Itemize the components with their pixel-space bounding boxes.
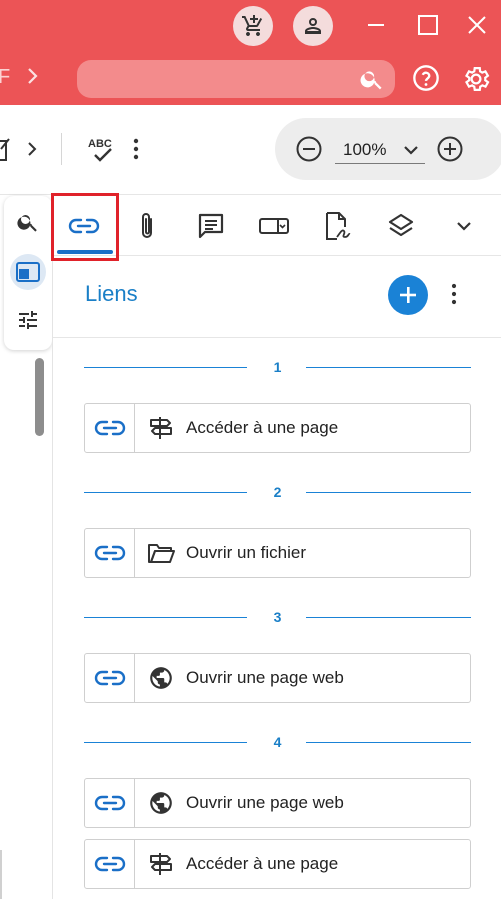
globe-icon: [147, 666, 175, 690]
rail-adjust-button[interactable]: [16, 308, 40, 337]
tab-signature[interactable]: [306, 196, 368, 256]
zoom-control: 100%: [275, 118, 501, 180]
rail-panel-button[interactable]: [10, 254, 46, 290]
globe-icon: [147, 791, 175, 815]
maximize-icon: [418, 15, 438, 35]
chevron-right-icon: [28, 68, 38, 84]
link-label: Accéder à une page: [186, 854, 339, 873]
resize-handle[interactable]: [0, 850, 2, 899]
comment-icon: [198, 213, 224, 239]
add-link-button[interactable]: [388, 275, 428, 315]
panel-icon: [16, 262, 40, 282]
link-label: Ouvrir un fichier: [186, 543, 306, 562]
account-icon: [305, 18, 321, 34]
zoom-out-button[interactable]: [295, 135, 323, 168]
tab-layers[interactable]: [370, 196, 432, 256]
page-separator: 3: [84, 608, 471, 628]
more-vert-icon: [451, 283, 457, 305]
tab-attachments[interactable]: [116, 196, 178, 256]
close-icon: [468, 16, 486, 34]
edit-tool-button[interactable]: [0, 135, 12, 168]
sliders-icon: [19, 311, 37, 329]
signpost-icon: [147, 416, 175, 440]
search-icon[interactable]: [359, 66, 385, 97]
search-box[interactable]: [77, 60, 395, 98]
plus-icon: [400, 287, 416, 303]
rail-card: [4, 196, 52, 350]
help-button[interactable]: [412, 64, 440, 97]
toolbar-divider: [61, 133, 62, 165]
cart-button[interactable]: [233, 6, 273, 46]
edit-icon: [0, 138, 10, 161]
panel-title: Liens: [85, 281, 138, 306]
zoom-out-icon: [296, 136, 322, 162]
zoom-in-icon: [437, 136, 463, 162]
layers-icon: [388, 213, 414, 237]
link-item[interactable]: Ouvrir un fichier: [84, 528, 471, 578]
panel-tabbar: [51, 193, 501, 261]
toolbar-more-button[interactable]: [131, 137, 141, 166]
link-icon: [85, 779, 135, 827]
minimize-icon: [368, 24, 384, 26]
svg-text:ABC: ABC: [88, 138, 112, 150]
link-icon: [85, 840, 135, 888]
tab-more[interactable]: [433, 196, 495, 256]
maximize-button[interactable]: [413, 10, 443, 40]
left-rail: [0, 196, 52, 899]
toolbar-overflow-left[interactable]: [26, 140, 38, 163]
signature-icon: [326, 212, 351, 240]
link-icon: [85, 529, 135, 577]
form-field-icon: [259, 218, 289, 234]
panel-more-button[interactable]: [449, 282, 459, 311]
search-input[interactable]: [89, 68, 349, 90]
tab-active-indicator: [57, 250, 113, 254]
signpost-icon: [147, 852, 175, 876]
close-button[interactable]: [462, 10, 492, 40]
link-item[interactable]: Accéder à une page: [84, 839, 471, 889]
more-vert-icon: [133, 138, 139, 160]
gear-icon: [465, 67, 490, 91]
zoom-in-button[interactable]: [436, 135, 464, 168]
cart-icon: [242, 15, 263, 36]
title-bar: F: [0, 0, 501, 105]
settings-button[interactable]: [461, 64, 491, 99]
page-separator: 1: [84, 358, 471, 378]
page-separator: 4: [84, 733, 471, 753]
link-label: Accéder à une page: [186, 418, 339, 437]
link-item[interactable]: Ouvrir une page web: [84, 653, 471, 703]
zoom-select[interactable]: 100%: [335, 136, 425, 164]
chevron-down-icon: [457, 222, 471, 231]
tab-fields[interactable]: [243, 196, 305, 256]
breadcrumb-chevron[interactable]: [26, 66, 40, 91]
rail-search-button[interactable]: [16, 210, 40, 239]
link-label: Ouvrir une page web: [186, 793, 344, 812]
search-icon: [17, 215, 37, 232]
links-panel: Liens 1 Accéder à une page 2 Ouvrir un f…: [51, 193, 501, 899]
toolbar: ABC 100%: [0, 105, 501, 195]
chevron-down-icon: [401, 140, 421, 165]
link-item[interactable]: Accéder à une page: [84, 403, 471, 453]
page-separator: 2: [84, 483, 471, 503]
account-button[interactable]: [293, 6, 333, 46]
paperclip-icon: [142, 213, 152, 238]
scrollbar-thumb[interactable]: [35, 358, 44, 436]
help-icon: [413, 65, 439, 91]
panel-divider: [53, 337, 501, 338]
chevron-right-icon: [28, 142, 37, 156]
tab-links[interactable]: [51, 193, 119, 261]
link-label: Ouvrir une page web: [186, 668, 344, 687]
link-item[interactable]: Ouvrir une page web: [84, 778, 471, 828]
link-icon: [85, 654, 135, 702]
folder-open-icon: [147, 541, 175, 565]
tab-comments[interactable]: [180, 196, 242, 256]
truncated-title: F: [0, 66, 11, 88]
spellcheck-button[interactable]: ABC: [87, 135, 117, 170]
link-icon: [85, 404, 135, 452]
spellcheck-icon: ABC: [88, 138, 112, 162]
zoom-value: 100%: [343, 139, 387, 159]
minimize-button[interactable]: [361, 10, 391, 40]
